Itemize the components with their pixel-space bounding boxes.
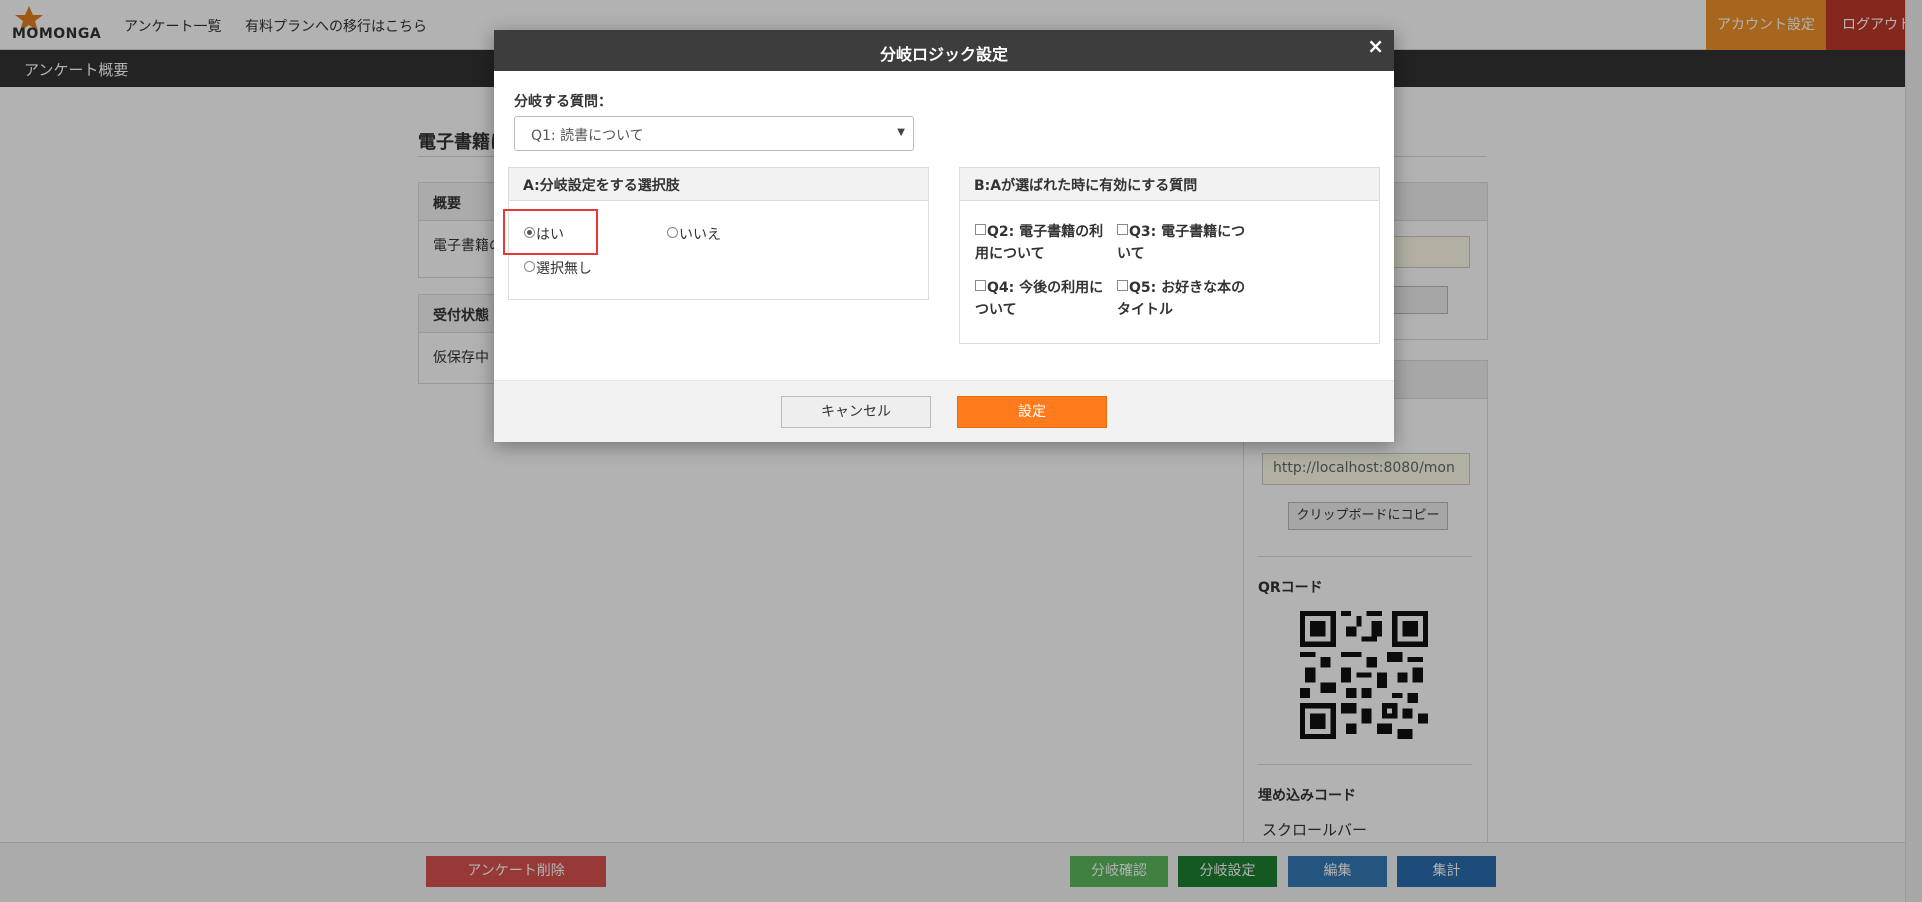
choice-section-heading: A:分岐設定をする選択肢	[509, 168, 928, 201]
modal-footer	[494, 380, 1394, 442]
save-settings-button[interactable]: 設定	[957, 396, 1107, 428]
checkbox-icon[interactable]	[975, 224, 986, 235]
checkbox-icon[interactable]	[975, 280, 986, 291]
choice-radio-no[interactable]: いいえ	[667, 224, 721, 244]
question-checkbox-q4[interactable]: Q4: 今後の利用について	[975, 277, 1109, 321]
question-checkbox-q2[interactable]: Q2: 電子書籍の利用について	[975, 221, 1109, 265]
branch-question-value: Q1: 読書について	[531, 128, 644, 144]
cancel-button[interactable]: キャンセル	[781, 396, 931, 428]
close-icon[interactable]: ×	[1367, 34, 1384, 58]
question-checkbox-q5[interactable]: Q5: お好きな本のタイトル	[1117, 277, 1251, 321]
enabled-questions-heading: B:Aが選ばれた時に有効にする質問	[960, 168, 1379, 201]
branch-question-select[interactable]: Q1: 読書について ▼	[514, 116, 914, 151]
radio-icon[interactable]	[524, 261, 535, 272]
chevron-down-icon: ▼	[897, 127, 905, 138]
branch-logic-modal: 分岐ロジック設定 × 分岐する質問： Q1: 読書について ▼ A:分岐設定をす…	[494, 30, 1394, 442]
question-checkbox-label: Q2: 電子書籍の利用について	[975, 224, 1104, 262]
question-checkbox-label: Q4: 今後の利用について	[975, 280, 1104, 318]
choice-radio-none[interactable]: 選択無し	[524, 258, 592, 278]
choice-label: いいえ	[679, 227, 721, 243]
question-checkbox-label: Q3: 電子書籍について	[1117, 224, 1246, 262]
selection-highlight-box	[503, 209, 598, 255]
branch-question-label: 分岐する質問：	[514, 94, 612, 110]
checkbox-icon[interactable]	[1117, 280, 1128, 291]
modal-title: 分岐ロジック設定	[879, 45, 1008, 64]
question-checkbox-label: Q5: お好きな本のタイトル	[1117, 280, 1246, 318]
modal-header: 分岐ロジック設定 ×	[494, 30, 1394, 71]
choice-label: 選択無し	[536, 261, 592, 277]
checkbox-icon[interactable]	[1117, 224, 1128, 235]
question-checkbox-q3[interactable]: Q3: 電子書籍について	[1117, 221, 1251, 265]
radio-icon[interactable]	[667, 227, 678, 238]
